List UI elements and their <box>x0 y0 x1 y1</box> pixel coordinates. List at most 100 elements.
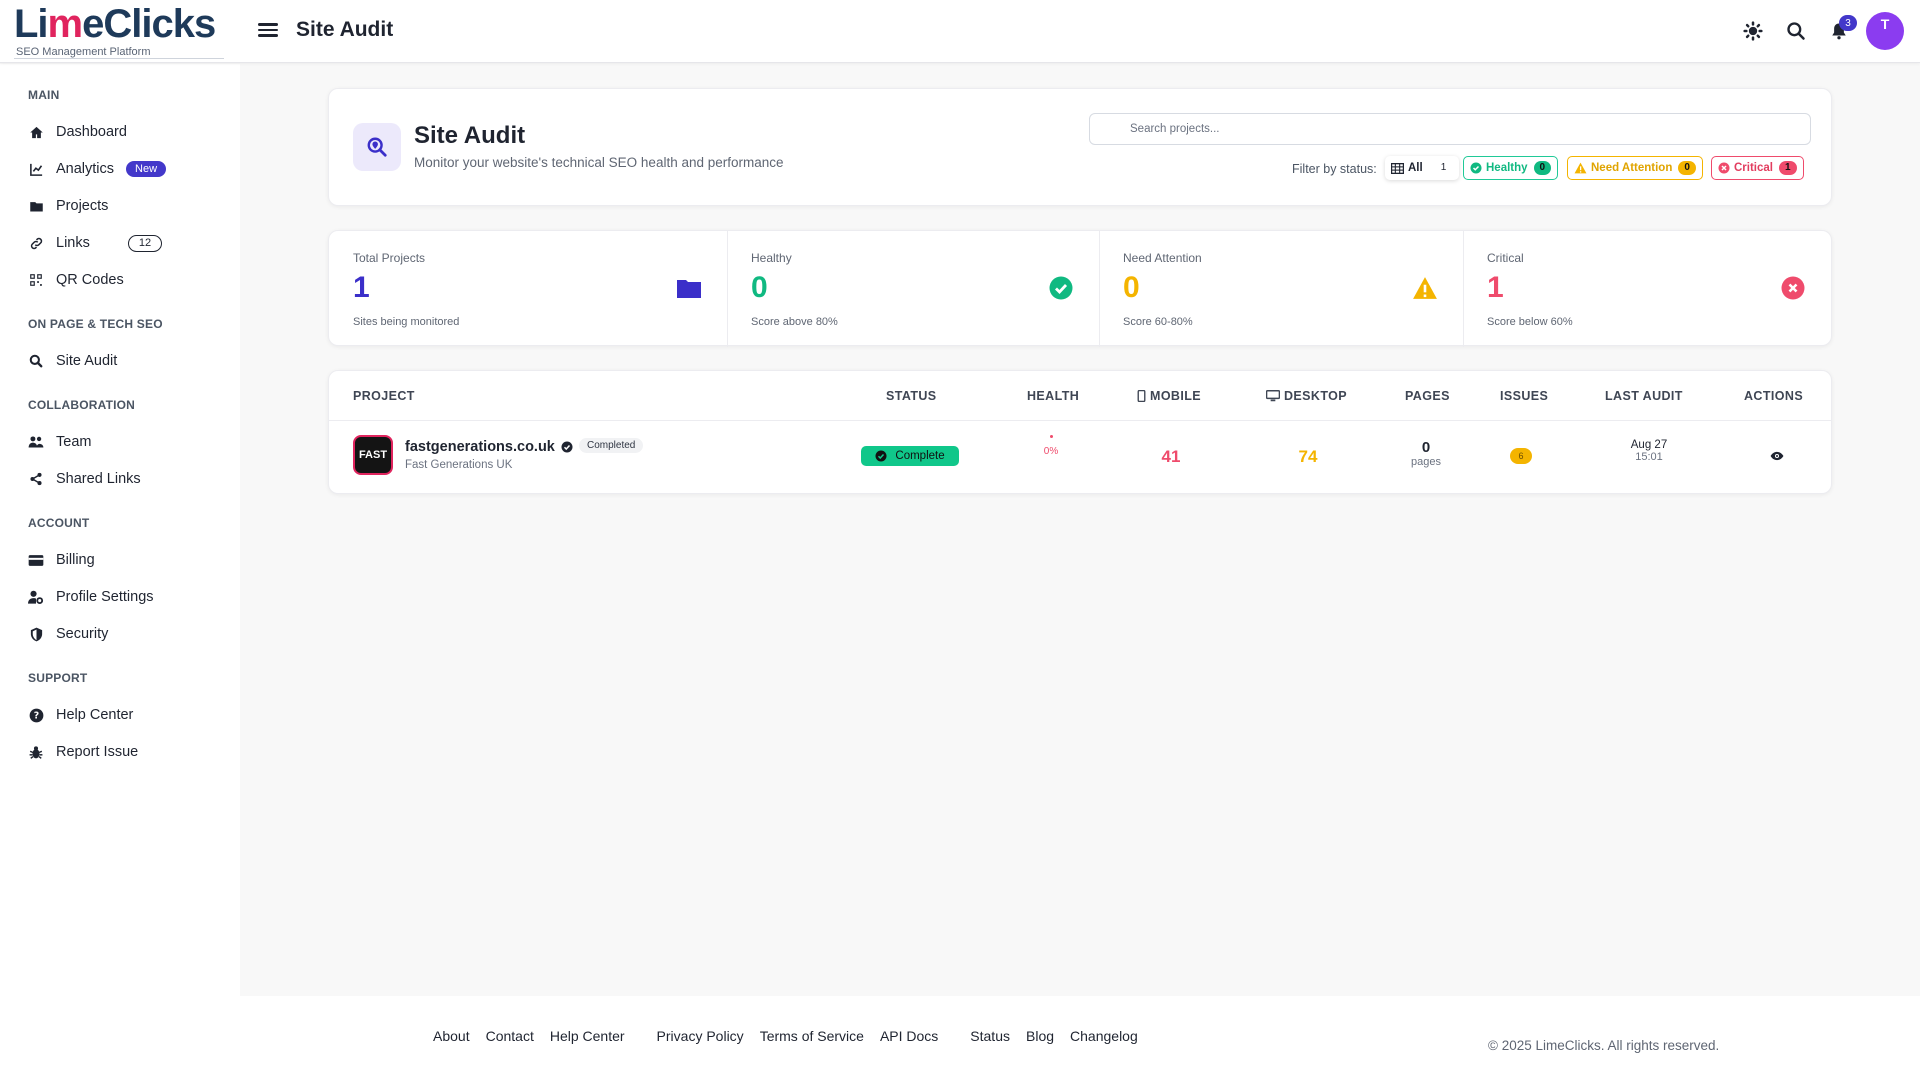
sidebar-item-dashboard[interactable]: Dashboard <box>28 120 228 144</box>
notification-count-badge: 3 <box>1839 15 1857 31</box>
column-header-desktop-label: DESKTOP <box>1284 389 1347 403</box>
sidebar-item-label: Projects <box>56 198 109 214</box>
new-badge: New <box>126 161 167 177</box>
sidebar-item-label: Analytics <box>56 161 115 177</box>
sidebar-item-billing[interactable]: Billing <box>28 548 228 572</box>
footer-link-api-docs[interactable]: API Docs <box>880 1028 938 1044</box>
stat-label: Need Attention <box>1123 251 1202 265</box>
stat-note: Score above 80% <box>751 316 838 328</box>
sidebar-item-label: Profile Settings <box>56 589 154 605</box>
column-header-health: HEALTH <box>1027 389 1080 403</box>
link-icon <box>28 235 44 251</box>
sidebar-item-profile-settings[interactable]: Profile Settings <box>28 585 228 609</box>
stat-value: 0 <box>751 271 768 304</box>
sidebar-item-help-center[interactable]: ? Help Center <box>28 703 228 727</box>
project-name-link[interactable]: fastgenerations.co.uk <box>405 439 555 455</box>
stat-label: Healthy <box>751 251 792 265</box>
footer-link-blog[interactable]: Blog <box>1026 1028 1054 1044</box>
folder-icon <box>28 198 44 214</box>
warning-icon <box>1574 162 1587 174</box>
completed-badge: Completed <box>579 438 644 453</box>
check-circle-icon <box>1048 275 1074 301</box>
stat-need-attention: Need Attention 0 Score 60-80% <box>1099 231 1463 347</box>
verified-icon <box>561 441 573 453</box>
status-badge: Complete <box>861 446 959 466</box>
check-circle-icon <box>1470 162 1482 174</box>
stat-critical: Critical 1 Score below 60% <box>1463 231 1833 347</box>
stat-note: Sites being monitored <box>353 316 460 328</box>
sidebar-section-main: MAIN <box>28 88 60 102</box>
avatar[interactable]: T <box>1866 12 1904 50</box>
sidebar-item-label: Shared Links <box>56 471 141 487</box>
page-heading: Site Audit <box>296 18 394 41</box>
search-icon <box>28 353 44 369</box>
project-company: Fast Generations UK <box>405 459 513 471</box>
filter-attention-button[interactable]: Need Attention 0 <box>1567 156 1703 180</box>
sidebar-section-account: ACCOUNT <box>28 516 90 530</box>
sidebar-item-qr-codes[interactable]: QR Codes <box>28 268 228 292</box>
sidebar-item-analytics[interactable]: Analytics New <box>28 157 228 181</box>
column-header-mobile-label: MOBILE <box>1150 389 1202 403</box>
footer-link-changelog[interactable]: Changelog <box>1070 1028 1138 1044</box>
logo[interactable]: LimeClicks SEO Management Platform <box>14 2 240 58</box>
last-audit-time: 15:01 <box>1635 451 1663 463</box>
table-icon <box>1391 162 1404 174</box>
stat-label: Critical <box>1487 251 1524 265</box>
footer-link-contact[interactable]: Contact <box>486 1028 534 1044</box>
health-value: 0% <box>1043 446 1059 457</box>
folder-icon <box>676 275 702 301</box>
filter-healthy-button[interactable]: Healthy 0 <box>1463 156 1559 180</box>
project-logo: FAST <box>353 435 393 475</box>
filter-all-button[interactable]: All 1 <box>1385 156 1459 180</box>
table-divider <box>329 420 1831 421</box>
sidebar-item-shared-links[interactable]: Shared Links <box>28 467 228 491</box>
sidebar-item-label: Dashboard <box>56 124 127 140</box>
search-icon[interactable] <box>1784 19 1808 43</box>
sidebar-item-report-issue[interactable]: Report Issue <box>28 740 228 764</box>
stat-value: 0 <box>1123 271 1140 304</box>
search-projects-input[interactable] <box>1089 113 1811 145</box>
sidebar-item-site-audit[interactable]: Site Audit <box>28 349 228 373</box>
home-icon <box>28 124 44 140</box>
footer-link-terms[interactable]: Terms of Service <box>760 1028 864 1044</box>
chart-icon <box>28 161 44 177</box>
users-icon <box>28 434 44 450</box>
credit-card-icon <box>28 552 44 568</box>
check-circle-icon <box>875 450 887 462</box>
footer-link-status[interactable]: Status <box>970 1028 1010 1044</box>
footer-link-privacy-policy[interactable]: Privacy Policy <box>657 1028 744 1044</box>
view-icon[interactable] <box>1767 446 1787 466</box>
sidebar-item-label: QR Codes <box>56 272 124 288</box>
health-indicator-dot <box>1049 435 1053 438</box>
sidebar: MAIN Dashboard Analytics New Projects Li… <box>0 64 240 1080</box>
sidebar-item-label: Help Center <box>56 707 134 723</box>
bug-icon <box>28 744 44 760</box>
help-icon: ? <box>28 707 44 723</box>
filter-all-label: All <box>1408 162 1423 174</box>
footer-link-about[interactable]: About <box>433 1028 470 1044</box>
sidebar-item-projects[interactable]: Projects <box>28 194 228 218</box>
site-audit-icon <box>353 123 401 171</box>
x-circle-icon <box>1780 275 1806 301</box>
menu-toggle-button[interactable] <box>258 20 278 42</box>
warning-icon <box>1412 275 1438 301</box>
theme-toggle-icon[interactable] <box>1741 19 1765 43</box>
stat-total-projects: Total Projects 1 Sites being monitored <box>329 231 727 347</box>
footer-link-help-center[interactable]: Help Center <box>550 1028 625 1044</box>
filter-critical-count: 1 <box>1779 161 1797 175</box>
footer-links: About Contact Help Center Privacy Policy… <box>433 1028 1138 1044</box>
stats-card: Total Projects 1 Sites being monitored H… <box>328 230 1833 347</box>
sidebar-item-label: Team <box>56 434 92 450</box>
column-header-project: PROJECT <box>353 389 415 403</box>
sidebar-item-team[interactable]: Team <box>28 430 228 454</box>
sidebar-item-label: Security <box>56 626 109 642</box>
sidebar-item-links[interactable]: Links 12 <box>28 231 228 255</box>
filter-attention-count: 0 <box>1678 161 1696 175</box>
column-header-last-audit: LAST AUDIT <box>1605 389 1683 403</box>
sidebar-item-security[interactable]: Security <box>28 622 228 646</box>
copyright: © 2025 LimeClicks. All rights reserved. <box>1488 1038 1720 1053</box>
filter-critical-button[interactable]: Critical 1 <box>1711 156 1804 180</box>
stat-value: 1 <box>353 271 370 304</box>
filter-critical-label: Critical <box>1734 162 1773 174</box>
pages-cell: 0 pages <box>1396 439 1456 468</box>
